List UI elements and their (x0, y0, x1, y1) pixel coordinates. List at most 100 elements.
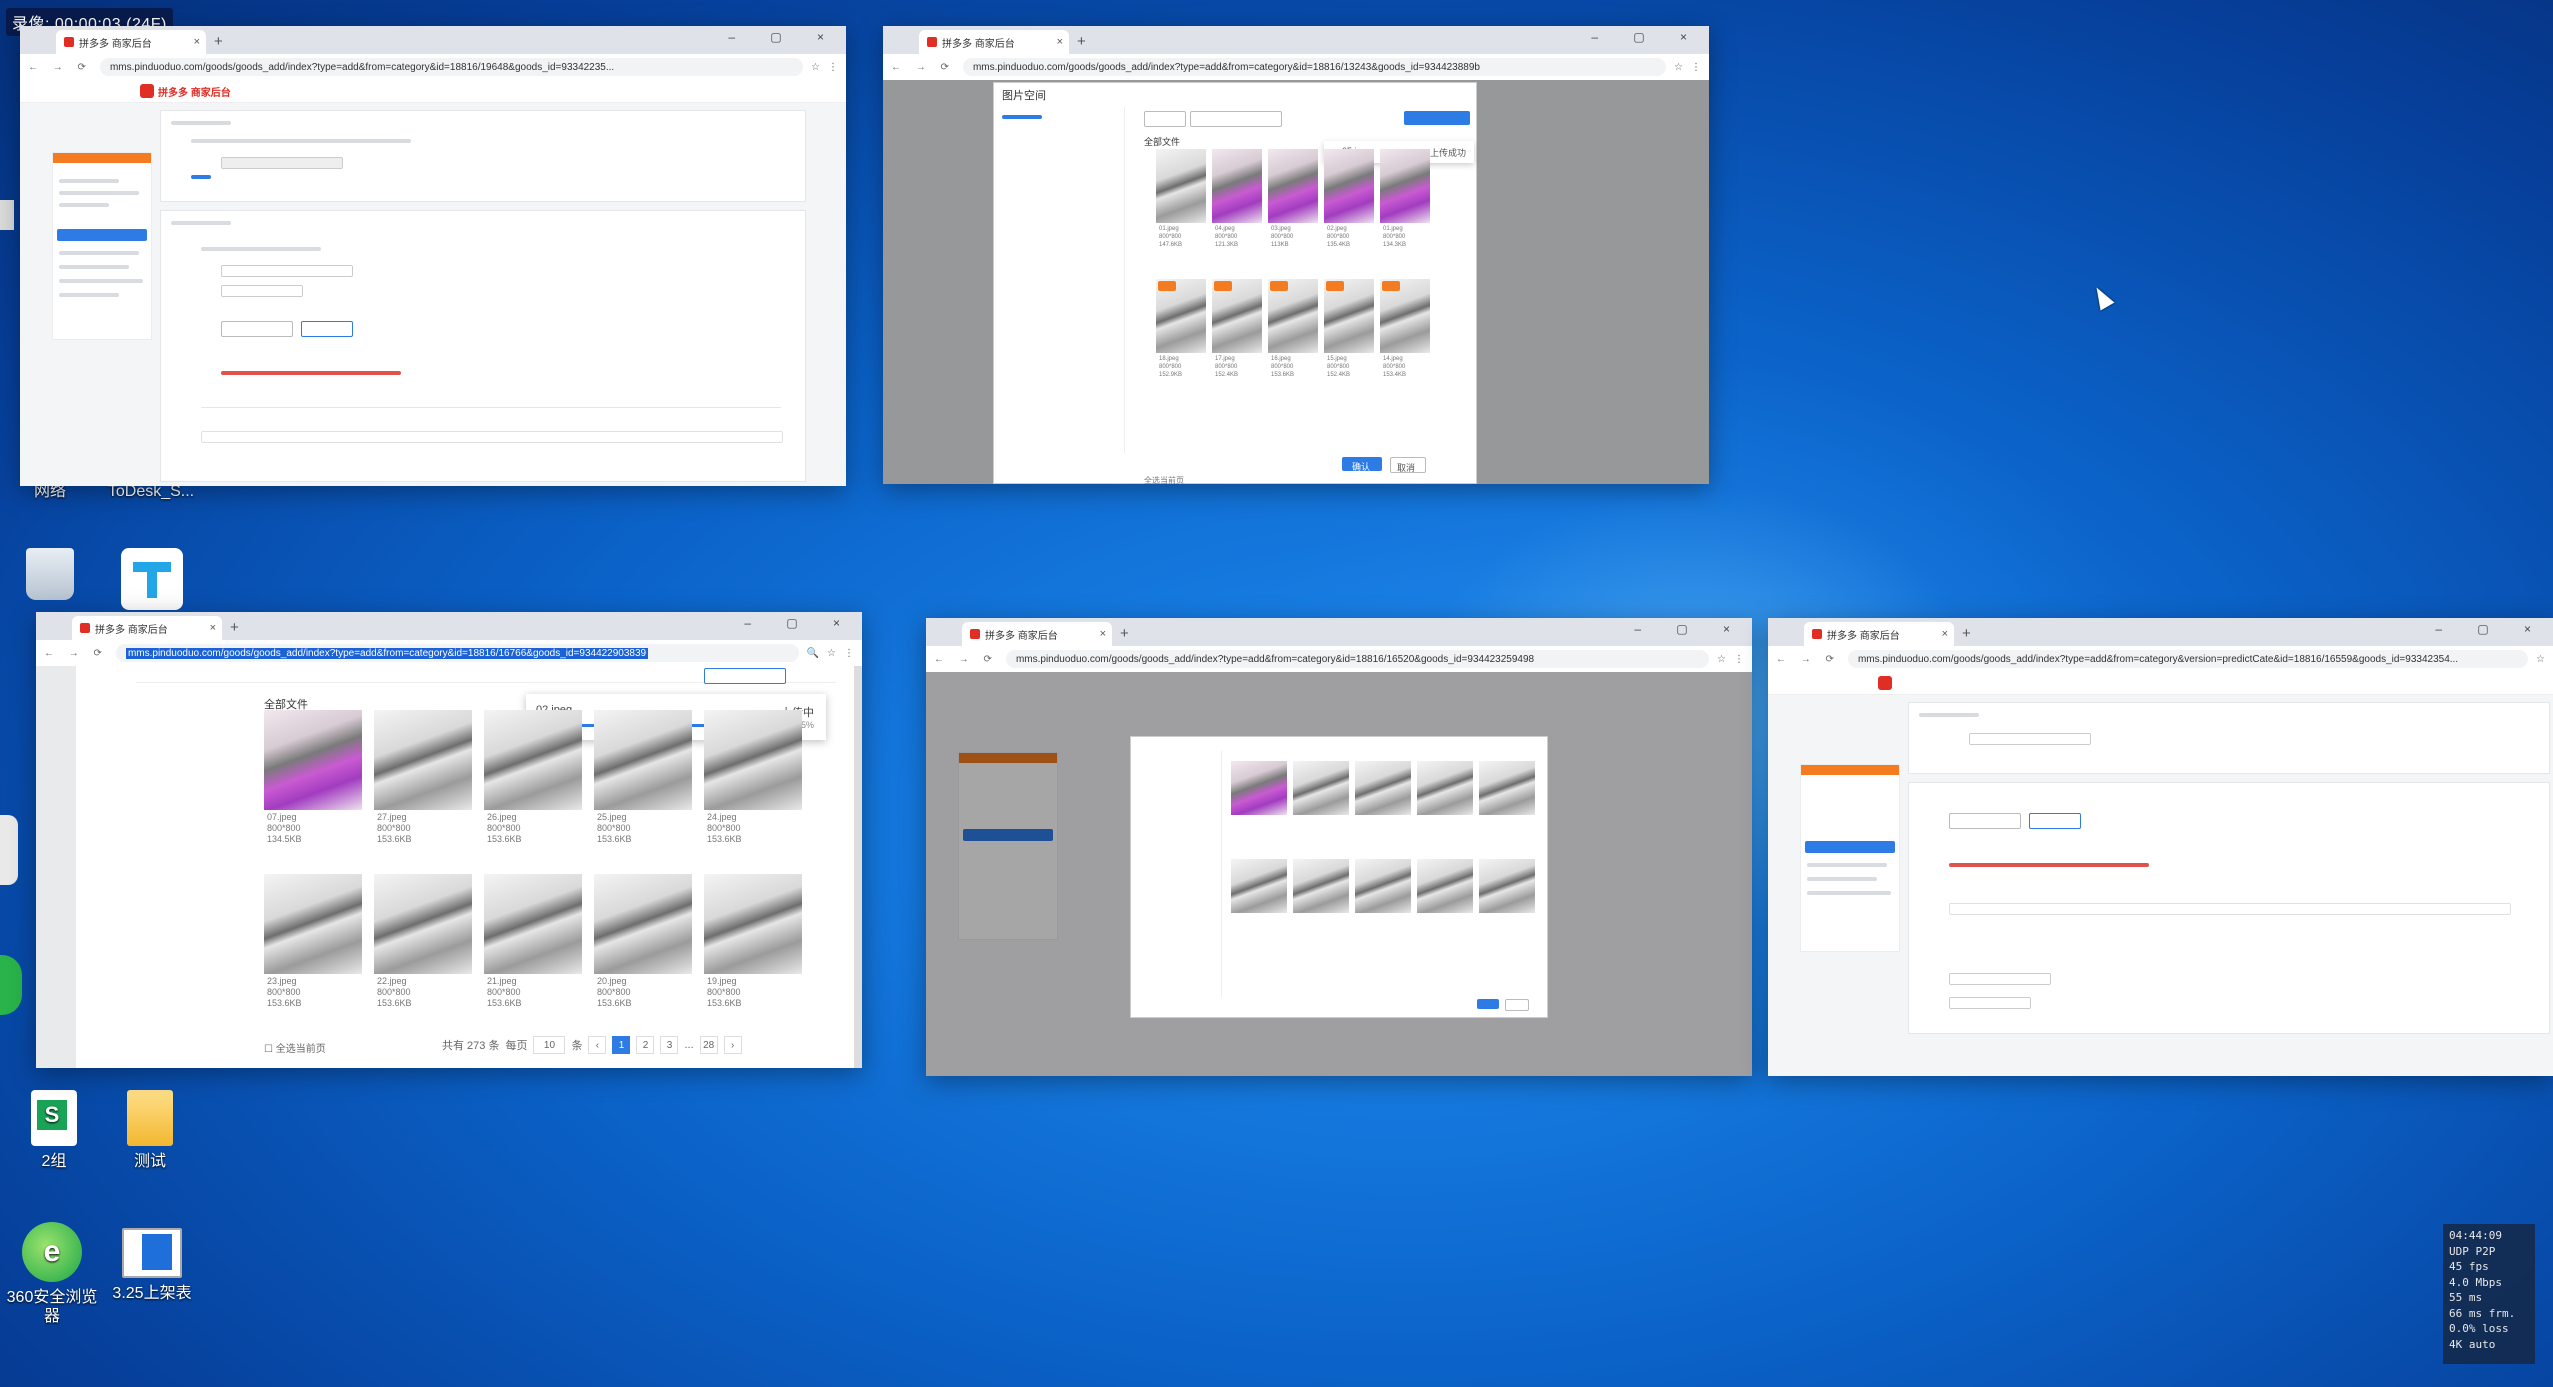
page-3[interactable]: 3 (660, 1036, 679, 1054)
image-thumbnail[interactable] (1355, 859, 1411, 913)
url-field[interactable]: mms.pinduoduo.com/goods/goods_add/index?… (1005, 650, 1710, 668)
image-thumbnail[interactable]: 26.jpeg 800*800 153.6KB (484, 710, 582, 847)
type-select[interactable] (1144, 111, 1186, 127)
new-tab-icon[interactable]: + (1962, 625, 1971, 642)
window-controls[interactable]: – ▢ × (728, 30, 840, 44)
image-thumbnail[interactable]: 20.jpeg 800*800 153.6KB (594, 874, 692, 1011)
close-tab-icon[interactable]: × (194, 36, 200, 48)
new-tab-icon[interactable]: + (1077, 33, 1086, 50)
browser-tab[interactable]: 拼多多 商家后台 × (72, 616, 222, 640)
image-thumbnail[interactable]: 18.jpeg 800*800 152.9KB (1156, 279, 1206, 381)
browser-window-3[interactable]: 拼多多 商家后台 × + – ▢ × ← → ⟳ mms.pinduoduo.co… (36, 612, 862, 1068)
browser-tab[interactable]: 拼多多 商家后台 × (56, 30, 206, 54)
image-thumbnail[interactable]: 14.jpeg 800*800 153.4KB (1380, 279, 1430, 381)
image-thumbnail[interactable]: 25.jpeg 800*800 153.6KB (594, 710, 692, 847)
image-thumbnail[interactable] (1231, 859, 1287, 913)
image-thumbnail[interactable] (1293, 761, 1349, 815)
page-1[interactable]: 1 (612, 1036, 631, 1054)
menu-icon[interactable]: ⋮ (828, 62, 838, 73)
star-icon[interactable]: ☆ (2536, 654, 2545, 665)
select-all-checkbox[interactable]: ☐ 全选当前页 (264, 1040, 326, 1055)
image-thumbnail[interactable] (1417, 761, 1473, 815)
image-thumbnail[interactable]: 04.jpeg 800*800 121.3KB (1212, 149, 1262, 251)
desktop-icon-325-sheet[interactable]: 3.25上架表 (102, 1228, 202, 1303)
browser-tab[interactable]: 拼多多 商家后台 × (962, 622, 1112, 646)
nav-buttons-icon[interactable]: ← → ⟳ (891, 62, 955, 73)
url-field[interactable]: mms.pinduoduo.com/goods/goods_add/index?… (1847, 650, 2529, 668)
local-upload-button[interactable] (1404, 111, 1470, 125)
next-page-icon[interactable]: › (723, 1036, 742, 1054)
window-controls[interactable]: – ▢ × (1591, 30, 1703, 44)
browser-window-1[interactable]: 拼多多 商家后台 × + – ▢ × ← → ⟳ mms.pinduoduo.co… (20, 26, 846, 486)
star-icon[interactable]: ☆ (811, 62, 820, 73)
image-thumbnail[interactable] (1293, 859, 1349, 913)
local-upload-button[interactable] (704, 668, 786, 684)
menu-icon[interactable]: ⋮ (844, 648, 854, 659)
desktop-icon-partial[interactable] (0, 955, 22, 1015)
image-thumbnail[interactable] (1355, 761, 1411, 815)
new-tab-icon[interactable]: + (230, 619, 239, 636)
image-thumbnail[interactable]: 22.jpeg 800*800 153.6KB (374, 874, 472, 1011)
desktop-icon-360browser[interactable]: e 360安全浏览器 (0, 1222, 104, 1326)
url-field[interactable]: mms.pinduoduo.com/goods/goods_add/index?… (115, 644, 799, 662)
new-tab-icon[interactable]: + (214, 33, 223, 50)
image-thumbnail[interactable] (1231, 761, 1287, 815)
desktop-icon-group2[interactable]: S 2组 (14, 1090, 94, 1171)
url-field[interactable]: mms.pinduoduo.com/goods/goods_add/index?… (962, 58, 1667, 76)
image-thumbnail[interactable]: 24.jpeg 800*800 153.6KB (704, 710, 802, 847)
desktop-icon-partial[interactable] (0, 200, 14, 230)
close-tab-icon[interactable]: × (1057, 36, 1063, 48)
image-thumbnail[interactable]: 19.jpeg 800*800 153.6KB (704, 874, 802, 1011)
page-last[interactable]: 28 (699, 1036, 718, 1054)
window-controls[interactable]: – ▢ × (1634, 622, 1746, 636)
cancel-button[interactable]: 取消 (1390, 457, 1426, 473)
menu-icon[interactable]: ⋮ (1734, 654, 1744, 665)
nav-buttons-icon[interactable]: ← → ⟳ (28, 62, 92, 73)
nav-buttons-icon[interactable]: ← → ⟳ (1776, 654, 1840, 665)
image-thumbnail[interactable] (1479, 761, 1535, 815)
image-thumbnail[interactable]: 01.jpeg 800*800 134.3KB (1380, 149, 1430, 251)
browser-tab[interactable]: 拼多多 商家后台 × (919, 30, 1069, 54)
image-thumbnail[interactable]: 23.jpeg 800*800 153.6KB (264, 874, 362, 1011)
browser-window-2[interactable]: 拼多多 商家后台 × + – ▢ × ← → ⟳ mms.pinduoduo.co… (883, 26, 1709, 484)
scrollbar[interactable] (854, 666, 862, 1068)
image-thumbnail[interactable]: 17.jpeg 800*800 152.4KB (1212, 279, 1262, 381)
close-tab-icon[interactable]: × (210, 622, 216, 634)
prev-page-icon[interactable]: ‹ (588, 1036, 607, 1054)
image-thumbnail[interactable]: 27.jpeg 800*800 153.6KB (374, 710, 472, 847)
page-2[interactable]: 2 (636, 1036, 655, 1054)
url-field[interactable]: mms.pinduoduo.com/goods/goods_add/index?… (99, 58, 804, 76)
recycle-bin-icon[interactable] (20, 548, 80, 606)
browser-window-4[interactable]: 拼多多 商家后台 × + – ▢ × ← → ⟳ mms.pinduoduo.co… (926, 618, 1752, 1076)
nav-buttons-icon[interactable]: ← → ⟳ (44, 648, 108, 659)
image-thumbnail[interactable]: 01.jpeg 800*800 147.6KB (1156, 149, 1206, 251)
window-controls[interactable]: – ▢ × (744, 616, 856, 630)
confirm-button[interactable]: 确认 (1342, 457, 1382, 472)
close-tab-icon[interactable]: × (1100, 628, 1106, 640)
image-thumbnail[interactable]: 03.jpeg 800*800 113KB (1268, 149, 1318, 251)
desktop-icon-test-folder[interactable]: 测试 (110, 1090, 190, 1171)
todesk-app-icon[interactable] (112, 548, 192, 616)
image-thumbnail[interactable]: 15.jpeg 800*800 152.4KB (1324, 279, 1374, 381)
per-page-select[interactable]: 10 (533, 1036, 566, 1054)
image-thumbnail[interactable] (1479, 859, 1535, 913)
zoom-icon[interactable]: 🔍 (807, 648, 819, 659)
nav-buttons-icon[interactable]: ← → ⟳ (934, 654, 998, 665)
image-thumbnail[interactable]: 21.jpeg 800*800 153.6KB (484, 874, 582, 1011)
star-icon[interactable]: ☆ (1717, 654, 1726, 665)
image-thumbnail[interactable]: 16.jpeg 800*800 153.6KB (1268, 279, 1318, 381)
star-icon[interactable]: ☆ (827, 648, 836, 659)
window-controls[interactable]: – ▢ × (2435, 622, 2547, 636)
search-input[interactable] (1190, 111, 1282, 127)
star-icon[interactable]: ☆ (1674, 62, 1683, 73)
close-tab-icon[interactable]: × (1942, 628, 1948, 640)
menu-icon[interactable]: ⋮ (1691, 62, 1701, 73)
image-thumbnail[interactable] (1417, 859, 1473, 913)
cancel-button[interactable] (1505, 999, 1529, 1011)
confirm-button[interactable] (1477, 999, 1499, 1009)
image-thumbnail[interactable]: 07.jpeg 800*800 134.5KB (264, 710, 362, 847)
select-all-checkbox[interactable]: 全选当前页 (1144, 475, 1184, 484)
desktop-icon-partial[interactable] (0, 815, 18, 885)
image-thumbnail[interactable]: 02.jpeg 800*800 135.4KB (1324, 149, 1374, 251)
browser-window-5[interactable]: 拼多多 商家后台 × + – ▢ × ← → ⟳ mms.pinduoduo.co… (1768, 618, 2553, 1076)
